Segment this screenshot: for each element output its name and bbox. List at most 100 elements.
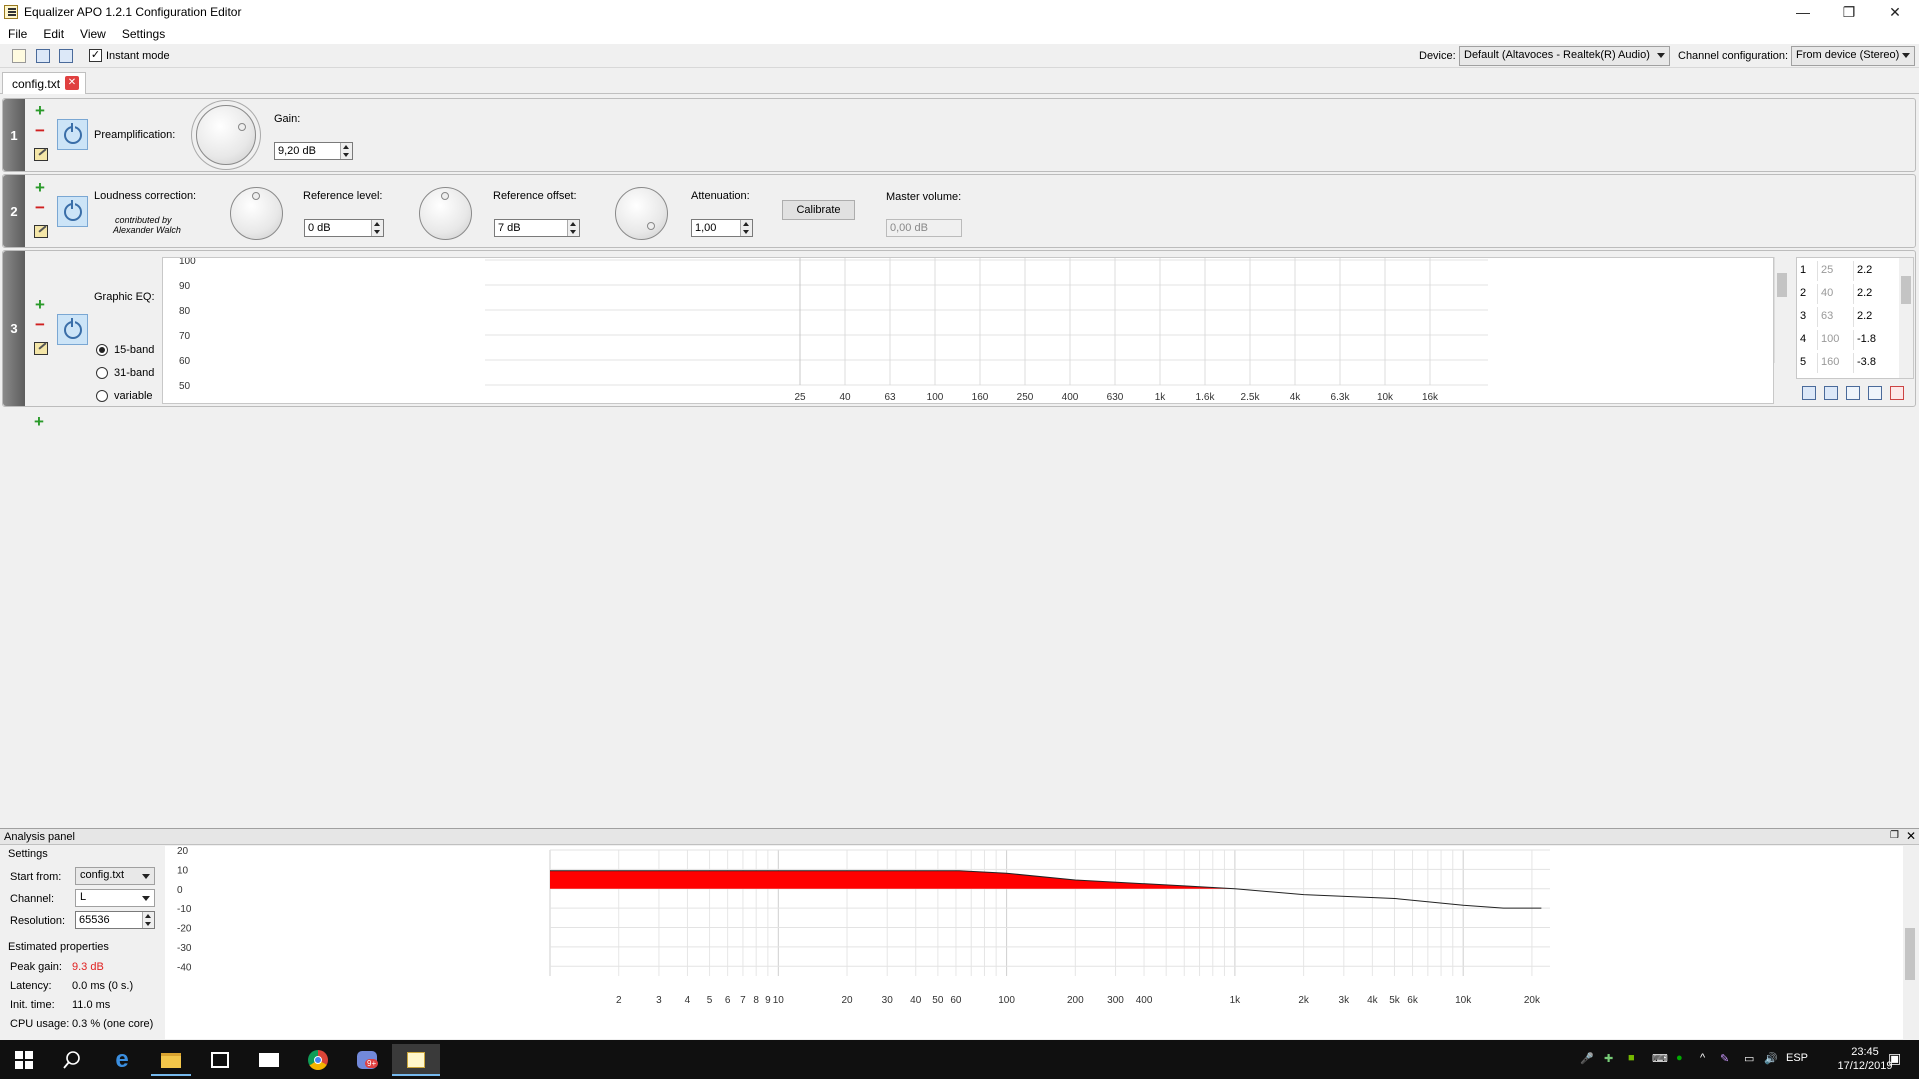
table-row[interactable]: 3 63 2.2 — [1797, 307, 1899, 327]
new-file-icon[interactable] — [12, 49, 26, 63]
network-icon[interactable]: ▭ — [1744, 1052, 1754, 1065]
edit-filter-icon[interactable] — [34, 148, 48, 161]
eq-xtick-label: 1k — [1155, 392, 1167, 403]
scrollbar-thumb[interactable] — [1901, 276, 1911, 304]
scrollbar-thumb[interactable] — [1777, 273, 1787, 297]
taskbar-discord[interactable]: 9+ — [343, 1044, 391, 1076]
menu-settings[interactable]: Settings — [114, 27, 173, 41]
reference-offset-knob[interactable] — [419, 187, 472, 240]
filter-number: 3 — [3, 251, 25, 406]
minimize-button[interactable]: — — [1780, 0, 1826, 24]
channel-config-select[interactable]: From device (Stereo) — [1791, 46, 1915, 66]
reference-level-knob[interactable] — [230, 187, 283, 240]
resolution-spinbox[interactable]: 65536 — [75, 911, 155, 929]
taskbar-store[interactable] — [196, 1044, 244, 1076]
band-gain: 2.2 — [1857, 264, 1873, 276]
keyboard-icon[interactable]: ⌨ — [1652, 1052, 1668, 1065]
calibrate-button[interactable]: Calibrate — [782, 200, 855, 220]
taskbar-edge[interactable]: e — [98, 1044, 146, 1076]
security-icon[interactable]: ✚ — [1604, 1052, 1613, 1065]
estimated-properties-heading: Estimated properties — [8, 941, 109, 953]
close-panel-icon[interactable]: ✕ — [1906, 829, 1916, 843]
volume-icon[interactable]: 🔊 — [1764, 1052, 1778, 1065]
flatten-icon[interactable] — [1846, 386, 1860, 400]
power-toggle[interactable] — [57, 314, 88, 345]
chevron-up-icon[interactable]: ^ — [1700, 1052, 1705, 1064]
channel-select[interactable]: L — [75, 889, 155, 907]
discord-icon: 9+ — [357, 1051, 379, 1069]
tab-close-icon[interactable]: ✕ — [65, 76, 79, 90]
nvidia-icon[interactable]: ■ — [1628, 1052, 1635, 1064]
attenuation-spinbox[interactable]: 1,00 — [691, 219, 753, 237]
table-row[interactable]: 1 25 2.2 — [1797, 261, 1899, 281]
table-row[interactable]: 5 160 -3.8 — [1797, 353, 1899, 373]
radio-variable[interactable] — [96, 390, 108, 402]
menu-file[interactable]: File — [0, 27, 35, 41]
gain-knob[interactable] — [196, 105, 256, 165]
microphone-icon[interactable]: 🎤 — [1580, 1052, 1594, 1065]
power-toggle[interactable] — [57, 119, 88, 150]
radio-31-band[interactable] — [96, 367, 108, 379]
band-number: 1 — [1800, 264, 1807, 276]
language-indicator[interactable]: ESP — [1786, 1052, 1808, 1064]
export-icon[interactable] — [1824, 386, 1838, 400]
add-filter-icon[interactable]: + — [33, 102, 47, 119]
maximize-button[interactable]: ❐ — [1826, 0, 1872, 24]
menu-view[interactable]: View — [72, 27, 114, 41]
filter-number: 1 — [3, 99, 25, 171]
graphic-eq-chart[interactable]: 100 90 80 70 60 50 25 40 63 100 160 250 400 630 1k 1.6k… — [162, 256, 1774, 404]
remove-filter-icon[interactable]: − — [33, 199, 47, 216]
taskbar-mail[interactable] — [245, 1044, 293, 1076]
undock-icon[interactable]: ❐ — [1890, 830, 1899, 841]
bands-table-scrollbar[interactable] — [1899, 258, 1913, 378]
fr-xtick-label: 8 — [753, 995, 759, 1006]
fr-xtick-label: 2 — [616, 995, 622, 1006]
power-icon — [63, 122, 82, 144]
search-button[interactable] — [48, 1044, 96, 1076]
scrollbar-thumb[interactable] — [1905, 928, 1915, 980]
start-button[interactable] — [0, 1044, 48, 1076]
reference-offset-spinbox[interactable]: 7 dB — [494, 219, 580, 237]
table-row[interactable]: 4 100 -1.8 — [1797, 330, 1899, 350]
taskbar-file-explorer[interactable] — [147, 1044, 195, 1076]
start-from-select[interactable]: config.txt — [75, 867, 155, 885]
attenuation-knob[interactable] — [615, 187, 668, 240]
power-toggle[interactable] — [57, 196, 88, 227]
chart-scrollbar[interactable] — [1774, 257, 1788, 363]
tab-config-txt[interactable]: config.txt ✕ — [2, 72, 86, 94]
radio-15-band[interactable] — [96, 344, 108, 356]
close-button[interactable]: ✕ — [1872, 0, 1918, 24]
instant-mode-checkbox[interactable]: ✓ — [89, 49, 102, 62]
add-filter-icon[interactable]: + — [33, 296, 47, 313]
gain-spinbox[interactable]: 9,20 dB — [274, 142, 353, 160]
edit-filter-icon[interactable] — [34, 342, 48, 355]
filter-preamplification: 1 + − Preamplification: Gain: 9,20 dB — [2, 98, 1916, 172]
invert-icon[interactable] — [1868, 386, 1882, 400]
fr-xtick-label: 3 — [656, 995, 662, 1006]
device-select[interactable]: Default (Altavoces - Realtek(R) Audio) — [1459, 46, 1670, 66]
pen-icon[interactable]: ✎ — [1720, 1052, 1729, 1065]
save-icon[interactable] — [36, 49, 50, 63]
band-frequency: 160 — [1821, 356, 1840, 368]
import-icon[interactable] — [1802, 386, 1816, 400]
notifications-icon[interactable]: ▣ — [1888, 1050, 1901, 1067]
frequency-response-chart-svg: 20100-10-20-30-402 3 4 5 6 7 8 9 10 20 30 40 50 60 100… — [177, 846, 1550, 1006]
remove-filter-icon[interactable]: − — [33, 122, 47, 139]
analysis-scrollbar[interactable] — [1903, 846, 1917, 1026]
save-as-icon[interactable] — [59, 49, 73, 63]
taskbar-chrome[interactable] — [294, 1044, 342, 1076]
table-row[interactable]: 2 40 2.2 — [1797, 284, 1899, 304]
frequency-response-chart[interactable]: 20 10 0 -10 -20 -30 -40 2 3 4 5 6 7 8 9 10 20 30 40 50 60 100… — [165, 846, 1903, 1039]
reference-level-spinbox[interactable]: 0 dB — [304, 219, 384, 237]
normalize-icon[interactable] — [1890, 386, 1904, 400]
eq-ytick-label: 80 — [179, 306, 191, 317]
menu-edit[interactable]: Edit — [35, 27, 72, 41]
fr-xtick-label: 10k — [1455, 995, 1472, 1006]
edit-filter-icon[interactable] — [34, 225, 48, 238]
app-tray-icon[interactable]: ● — [1676, 1052, 1683, 1064]
add-filter-icon[interactable]: + — [32, 413, 46, 430]
remove-filter-icon[interactable]: − — [33, 316, 47, 333]
bands-table[interactable]: 1 25 2.2 2 40 2.2 3 63 2.2 4 100 -1.8 5 160 -3.8 — [1796, 257, 1914, 379]
taskbar-equalizer-apo[interactable] — [392, 1044, 440, 1076]
add-filter-icon[interactable]: + — [33, 179, 47, 196]
